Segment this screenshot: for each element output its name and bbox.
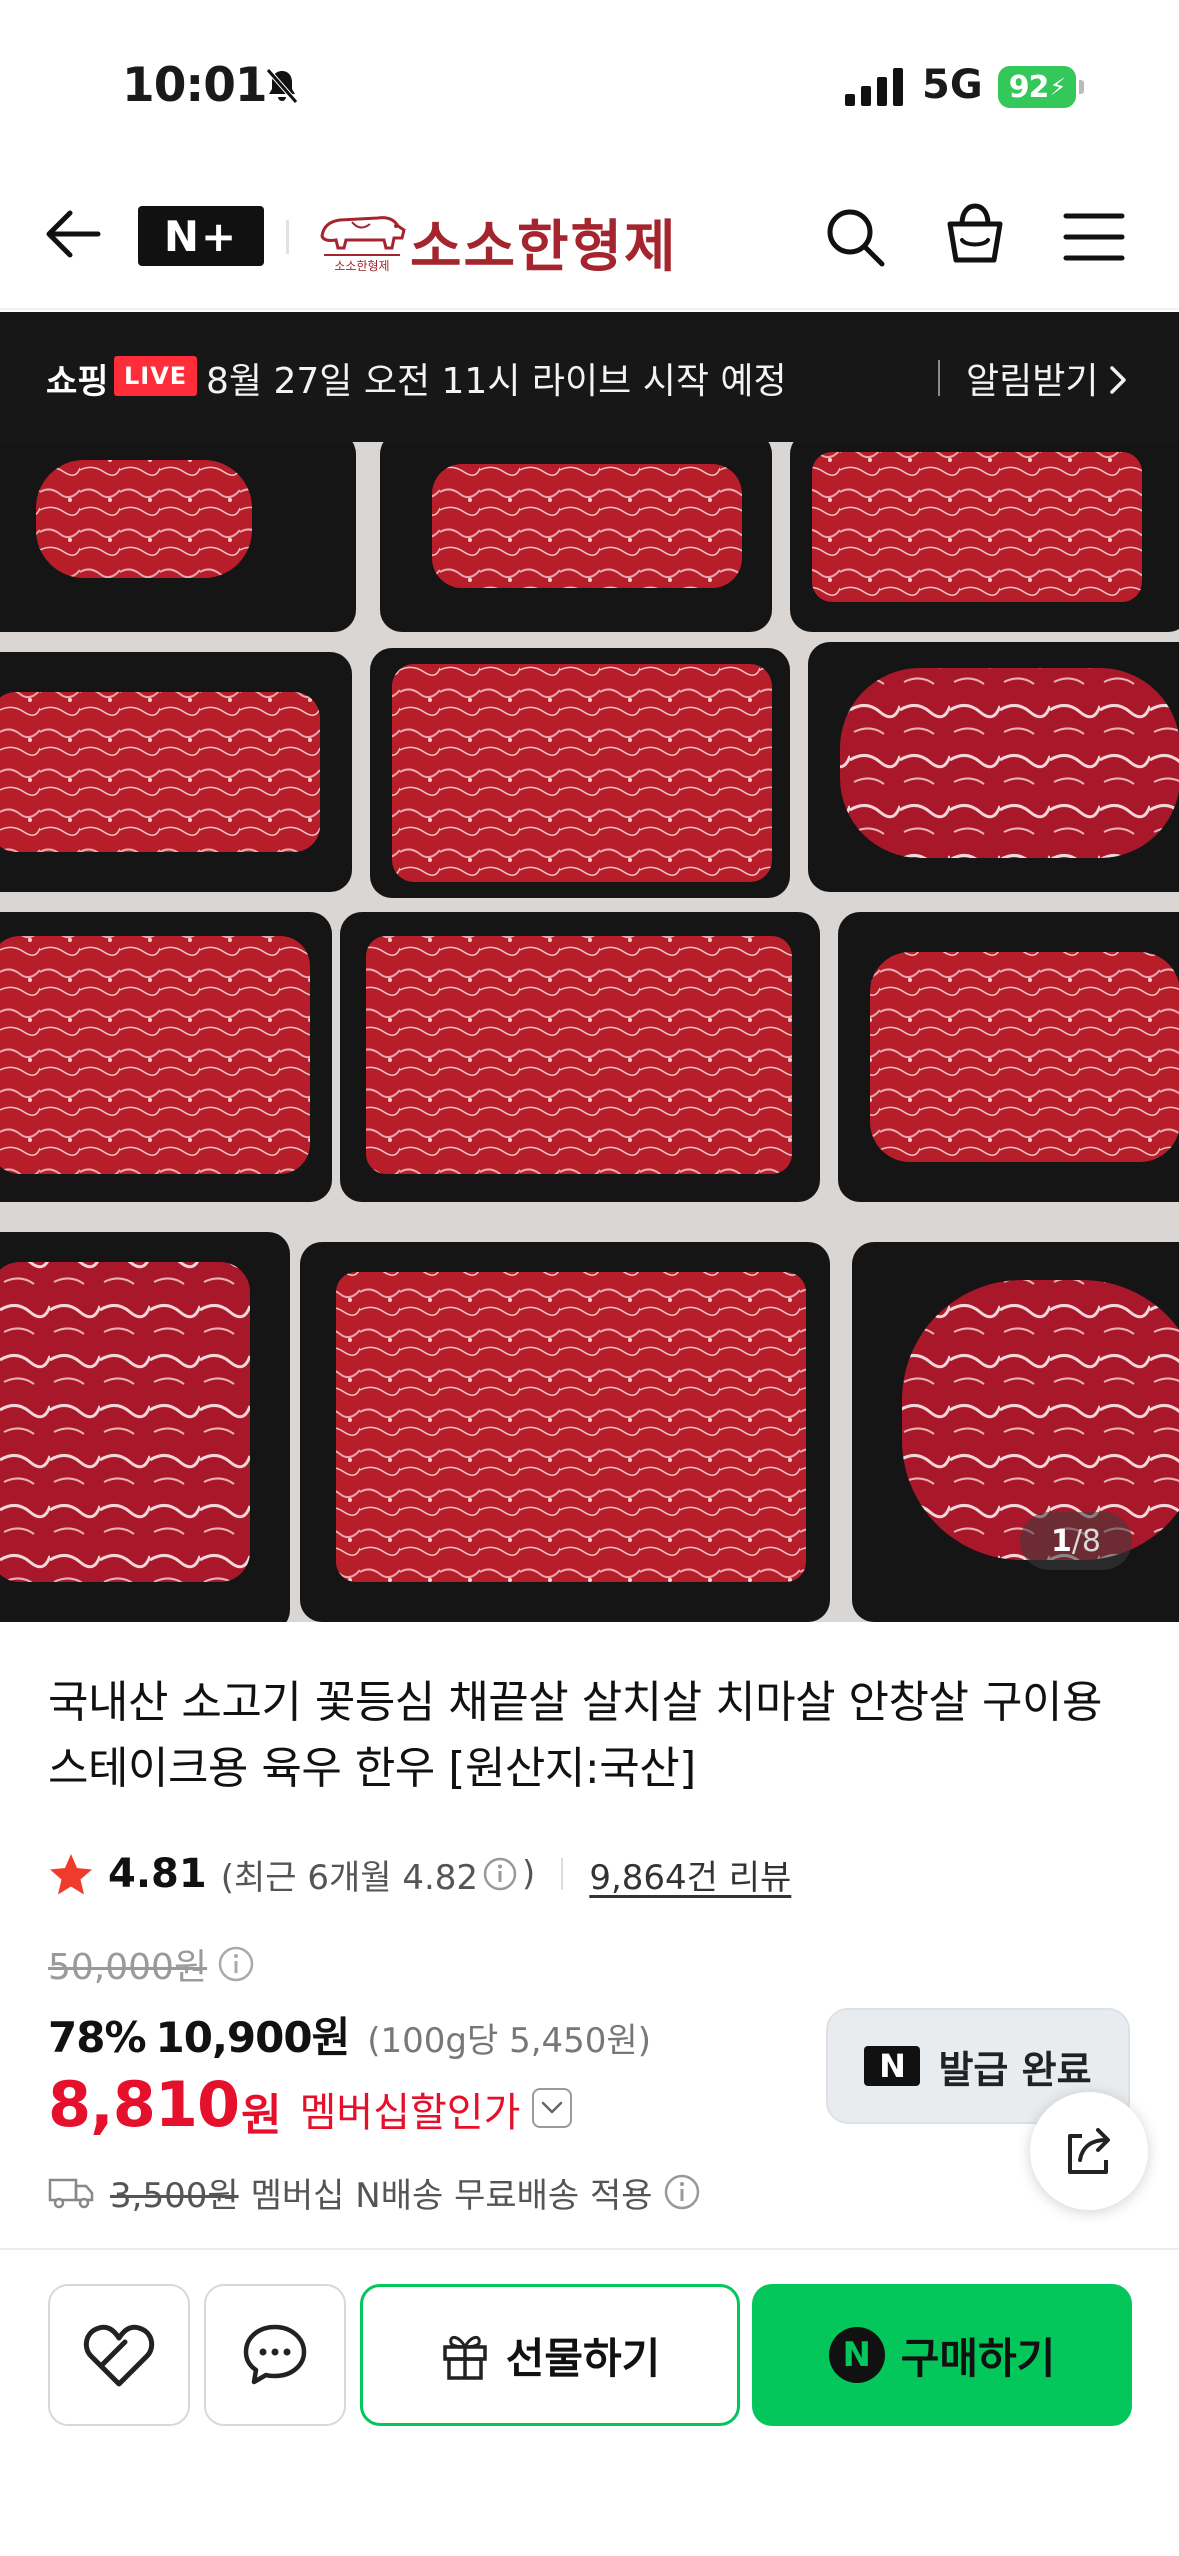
shipping-fee: 3,500원 (110, 2175, 239, 2216)
chat-bubble-icon (243, 2324, 307, 2385)
rating-score: 4.81 (108, 1851, 207, 1897)
buy-label: 구매하기 (900, 2333, 1056, 2383)
unit-price: (100g당 5,450원) (367, 2021, 651, 2061)
status-bar: 10:01 5G 92 ⚡ (0, 0, 1179, 160)
header-divider (286, 220, 289, 254)
shopping-label: 쇼핑 (46, 362, 109, 402)
silent-bell-icon (266, 68, 298, 104)
notify-button[interactable]: 알림받기 (966, 352, 1098, 404)
live-schedule-banner[interactable]: 쇼핑 LIVE 8월 27일 오전 11시 라이브 시작 예정 알림받기 (0, 312, 1179, 442)
image-page-counter: 1 /8 (1020, 1512, 1132, 1570)
search-icon[interactable] (822, 204, 888, 270)
recent-rating-text: (최근 6개월 4.82 (220, 1857, 479, 1898)
gift-label: 선물하기 (505, 2333, 661, 2383)
naver-pay-icon: N (828, 2327, 885, 2383)
signal-icon (845, 68, 903, 106)
live-badge: LIVE (114, 356, 198, 396)
star-icon (50, 1854, 92, 1895)
hamburger-menu-icon[interactable] (1062, 210, 1126, 264)
live-schedule-text: 8월 27일 오전 11시 라이브 시작 예정 (206, 361, 787, 402)
naver-plus-badge[interactable]: N+ (138, 206, 264, 266)
talk-talk-button[interactable] (204, 2284, 346, 2426)
sale-price: 10,900원 (155, 2013, 351, 2062)
brand-logo-cow-icon[interactable]: 소소한형제 (312, 196, 412, 274)
share-icon (1068, 2128, 1110, 2174)
discount-percent: 78% (48, 2013, 147, 2062)
status-time: 10:01 (122, 58, 268, 113)
battery-tip (1079, 80, 1084, 94)
shipping-row: 3,500원 멤버십 N배송 무료배송 적용 (48, 2164, 701, 2220)
rating-divider (561, 1858, 564, 1890)
shipping-info-icon[interactable] (663, 2173, 701, 2211)
rating-row: 4.81 (최근 6개월 4.82 ) 9,864건 리뷰 (48, 1846, 791, 1902)
recent-rating-close: ) (522, 1854, 536, 1894)
sale-price-row: 78% 10,900원 (100g당 5,450원) (48, 2004, 651, 2062)
original-price: 50,000원 (48, 1947, 208, 1988)
delivery-truck-icon (48, 2178, 94, 2209)
heart-icon (83, 2324, 155, 2387)
app-header: N+ 소소한형제 소소한형제 (0, 160, 1179, 310)
product-image-carousel[interactable]: 1 /8 (0, 442, 1179, 1622)
member-price-row: 8,810 원 멤버십할인가 (48, 2064, 573, 2144)
coupon-status-label: 발급 완료 (938, 2047, 1092, 2092)
banner-divider (938, 360, 940, 396)
naver-n-icon: N (864, 2046, 921, 2086)
wishlist-button[interactable] (48, 2284, 190, 2426)
shipping-note: 멤버십 N배송 무료배송 적용 (250, 2175, 653, 2216)
product-photo-meat-trays (0, 442, 1179, 1622)
gift-button[interactable]: 선물하기 (360, 2284, 740, 2426)
price-info-icon[interactable] (217, 1945, 255, 1983)
total-images: /8 (1071, 1523, 1102, 1559)
chevron-down-icon (542, 2101, 563, 2114)
product-title: 국내산 소고기 꽃등심 채끝살 살치살 치마살 안창살 구이용 스테이크용 육우… (48, 1677, 1102, 1794)
member-price-dropdown[interactable] (532, 2088, 573, 2128)
shopping-bag-icon[interactable] (942, 202, 1008, 268)
member-price: 8,810 (48, 2067, 240, 2141)
gift-icon (442, 2336, 487, 2380)
current-image-index: 1 (1050, 1523, 1072, 1559)
buy-button[interactable]: N 구매하기 (752, 2284, 1132, 2426)
member-price-unit: 원 (241, 2090, 282, 2141)
share-button[interactable] (1030, 2092, 1148, 2210)
store-name[interactable]: 소소한형제 (410, 202, 678, 283)
logo-caption: 소소한형제 (334, 259, 389, 273)
battery-level: 92 (1008, 69, 1050, 105)
battery-icon: 92 ⚡ (998, 66, 1076, 108)
badge-label: N+ (163, 211, 239, 261)
original-price-row: 50,000원 (48, 1938, 255, 1990)
reviews-link[interactable]: 9,864건 리뷰 (589, 1850, 791, 1899)
member-price-label: 멤버십할인가 (299, 2090, 521, 2136)
bottom-action-bar: 선물하기 N 구매하기 (0, 2248, 1179, 2556)
chevron-right-icon[interactable] (1106, 364, 1130, 396)
info-icon[interactable] (482, 1856, 518, 1892)
network-type: 5G (922, 62, 983, 108)
back-arrow-icon[interactable] (42, 204, 102, 264)
